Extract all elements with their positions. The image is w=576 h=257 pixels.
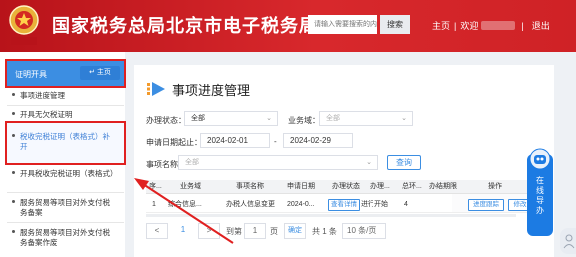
online-guide-button[interactable]: 在线导办 [527, 148, 553, 236]
bullet-icon [12, 230, 15, 233]
side-expand-tab[interactable] [560, 228, 576, 254]
date-start-input[interactable]: 2024-02-01 [200, 133, 270, 148]
bullet-icon [12, 134, 15, 137]
welcome-text: 欢迎 [460, 21, 479, 31]
top-links: 主页 | 欢迎 | 退出 [432, 19, 550, 32]
bullet-icon [12, 93, 15, 96]
total-count: 共 1 条 [312, 227, 337, 236]
col-node: 办理... [370, 183, 390, 190]
home-link[interactable]: 主页 [432, 19, 450, 32]
sidebar-home-label: 主页 [96, 69, 111, 76]
online-guide-label: 在线导办 [536, 176, 544, 215]
divider [7, 222, 124, 223]
bullet-icon [12, 200, 15, 203]
user-icon [563, 234, 575, 249]
home-icon: ↵ [89, 69, 95, 76]
cell-date: 2024-0... [287, 201, 315, 208]
goto-confirm-button[interactable]: 确定 [284, 223, 306, 239]
sidebar-item-progress[interactable]: 事项进度管理 [12, 91, 65, 101]
sidebar-item-no-arrears[interactable]: 开具无欠税证明 [12, 110, 73, 120]
col-total: 总环... [402, 183, 422, 190]
cell-total: 4 [404, 201, 408, 208]
table-header: 序... 业务域 事项名称 申请日期 办理状态 办理... 总环... 办结期限… [146, 180, 532, 194]
page-number-current[interactable]: 1 [172, 223, 194, 239]
play-arrow-icon [147, 82, 165, 96]
search-button[interactable]: 搜索 [380, 15, 410, 34]
item-name-placeholder: 全部 [185, 159, 199, 166]
prev-page-button[interactable]: < [146, 223, 168, 239]
item-name-select[interactable]: 全部 ⌄ [178, 155, 378, 170]
col-item: 事项名称 [236, 183, 264, 190]
cell-node: 进行中 [361, 201, 373, 208]
sidebar-item-tax-cert-issue[interactable]: 开具税收完税证明（表格式） [12, 169, 120, 179]
main-panel: 事项进度管理 办理状态： 全部 ⌄ 业务域： 全部 ⌄ 申请日期起止： 2024… [134, 65, 554, 257]
status-select[interactable]: 全部 ⌄ [184, 111, 278, 126]
pagination: < 1 > 到第 1 页 确定 共 1 条 10 条/页 [146, 223, 446, 239]
sidebar-item-service-trade-void[interactable]: 服务贸易等项目对外支付税务备案作废 [12, 228, 120, 248]
date-range-label: 申请日期起止： [146, 138, 202, 147]
robot-assistant-icon [529, 148, 551, 170]
page-unit-label: 页 [270, 227, 278, 236]
sidebar-heading: 证明开具 ↵ 主页 [5, 59, 126, 88]
sidebar: 证明开具 ↵ 主页 事项进度管理 开具无欠税证明 税收完税证明（表格式）补开 开… [0, 52, 126, 257]
next-page-button[interactable]: > [198, 223, 220, 239]
cell-no: 1 [152, 201, 156, 208]
sidebar-heading-title: 证明开具 [15, 70, 47, 79]
tax-emblem-logo[interactable] [5, 3, 43, 47]
sidebar-home-button[interactable]: ↵ 主页 [80, 66, 120, 80]
search-input[interactable] [308, 15, 377, 34]
domain-select-placeholder: 全部 [326, 115, 340, 122]
bullet-icon [12, 112, 15, 115]
cell-deadline [429, 197, 459, 213]
user-name-blurred [480, 21, 515, 30]
chevron-down-icon: ⌄ [401, 115, 407, 122]
cell-step: 开始 [374, 201, 388, 208]
date-separator: - [274, 137, 277, 146]
goto-label: 到第 [226, 227, 242, 236]
chevron-down-icon: ⌄ [266, 115, 272, 122]
col-no: 序... [149, 183, 162, 190]
view-detail-button[interactable]: 查看详情 [328, 199, 360, 211]
page-title: 事项进度管理 [172, 83, 251, 98]
cell-domain: 综合信息... [168, 201, 202, 208]
status-select-value: 全部 [191, 115, 205, 122]
sidebar-item-tax-cert-reissue[interactable]: 税收完税证明（表格式）补开 [5, 121, 126, 165]
progress-track-button[interactable]: 进度跟踪 [468, 199, 504, 211]
logout-link[interactable]: 退出 [532, 19, 550, 32]
status-label: 办理状态： [146, 116, 186, 125]
domain-select[interactable]: 全部 ⌄ [319, 111, 413, 126]
date-end-input[interactable]: 2024-02-29 [283, 133, 353, 148]
col-domain: 业务域 [180, 183, 201, 190]
goto-page-input[interactable]: 1 [244, 223, 266, 239]
site-title: 国家税务总局北京市电子税务局 [52, 16, 318, 36]
query-button[interactable]: 查询 [387, 155, 421, 170]
col-date: 申请日期 [287, 183, 315, 190]
page-size-select[interactable]: 10 条/页 [342, 223, 386, 239]
sidebar-item-service-trade-filing[interactable]: 服务贸易等项目对外支付税务备案 [12, 198, 120, 218]
col-status: 办理状态 [332, 183, 360, 190]
col-deadline: 办结期限 [429, 183, 457, 190]
cell-item: 办税人信息变更 [226, 201, 275, 208]
divider [7, 105, 124, 106]
sidebar-item-tax-cert-reissue-label-wrap: 税收完税证明（表格式）补开 [12, 132, 118, 152]
page-size-value: 10 条/页 [347, 226, 377, 235]
chevron-down-icon: ⌄ [366, 159, 372, 166]
divider [7, 192, 124, 193]
site-header: 国家税务总局北京市电子税务局 搜索 主页|欢迎 |退出 [0, 0, 576, 52]
domain-label: 业务域： [288, 116, 320, 125]
table-row[interactable]: 1 综合信息... 办税人信息变更 2024-0... 查看详情 进行中 开始 … [146, 197, 532, 213]
bullet-icon [12, 171, 15, 174]
col-ops: 操作 [488, 183, 502, 190]
table-horizontal-scrollbar[interactable] [146, 214, 516, 217]
